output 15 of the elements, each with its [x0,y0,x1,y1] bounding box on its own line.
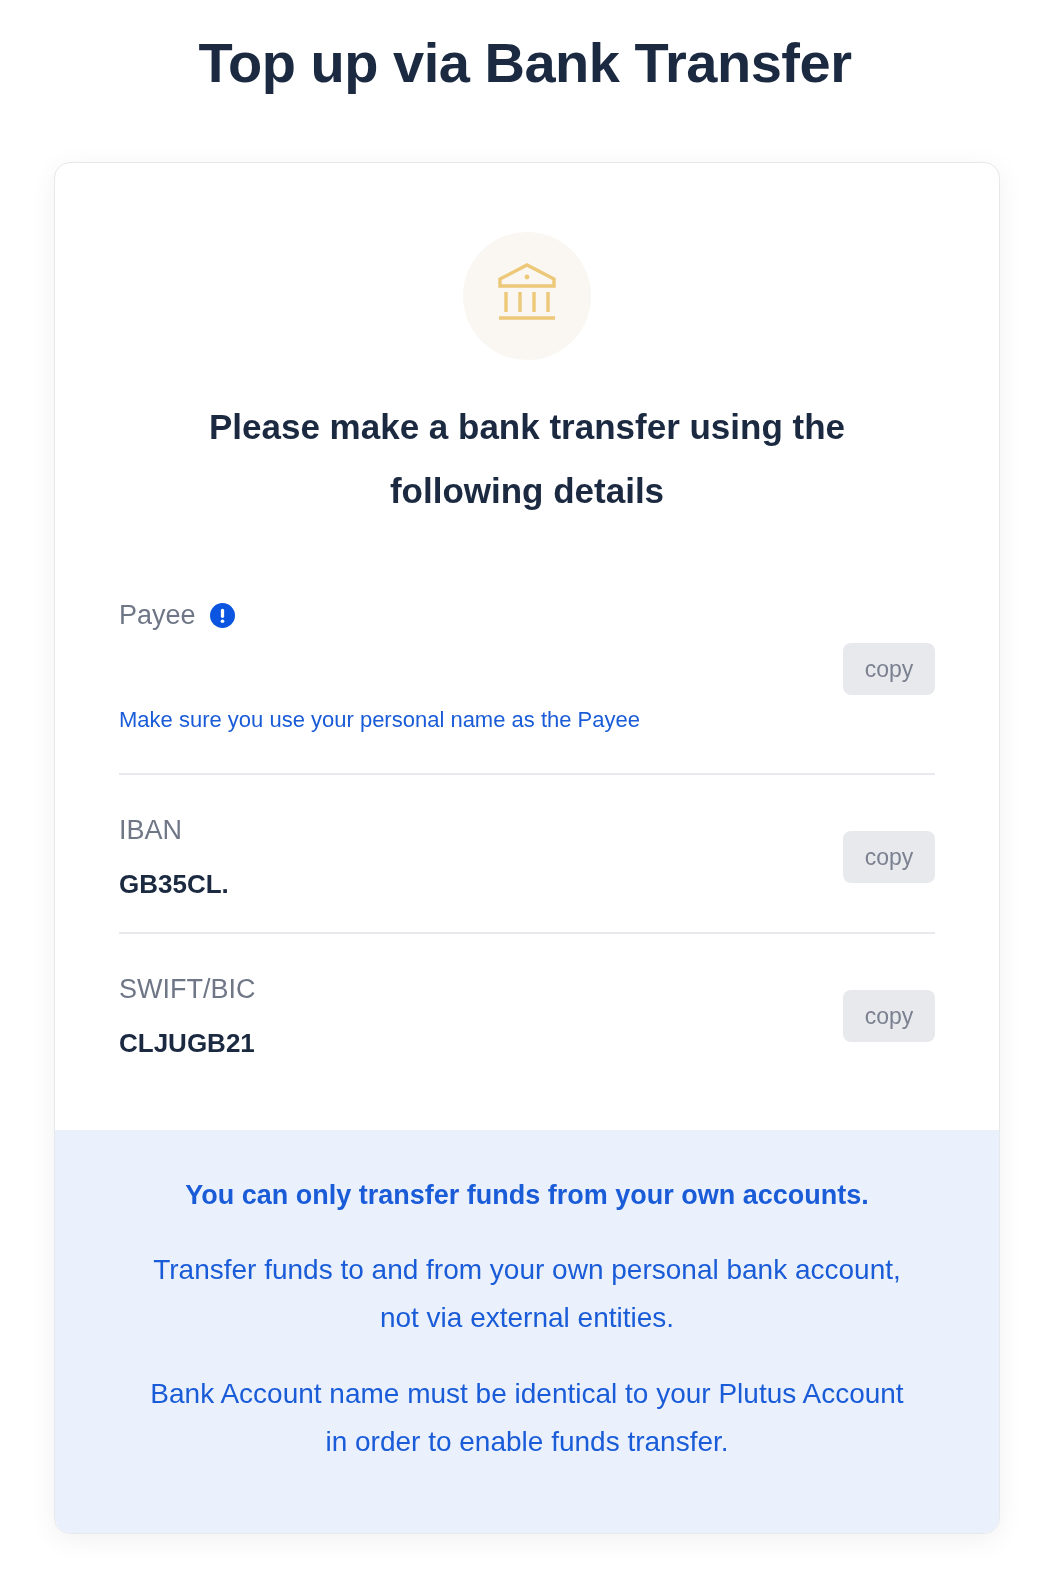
field-label: Payee [119,599,196,632]
copy-button[interactable]: copy [843,831,935,883]
notice-text: Transfer funds to and from your own personal bank account, not via external entities. [152,1253,902,1335]
copy-button[interactable]: copy [843,990,935,1042]
bank-icon [463,232,591,360]
field-value: CLJUGB21 [119,1027,256,1060]
field-value: GB35CL. [119,868,229,901]
notice-title: You can only transfer funds from your own accounts. [185,1179,869,1212]
field-label: IBAN [119,814,183,847]
copy-button[interactable]: copy [843,643,935,695]
hint-text: Make sure you use your personal name as the Payee [119,706,641,734]
page-title: Top up via Bank Transfer [198,30,852,96]
field-label: SWIFT/BIC [119,973,256,1006]
notice-text: Bank Account name must be identical to your Plutus Account in order to enable funds transfer. [149,1377,905,1459]
card-heading: Please make a bank transfer using the following details [207,406,847,512]
